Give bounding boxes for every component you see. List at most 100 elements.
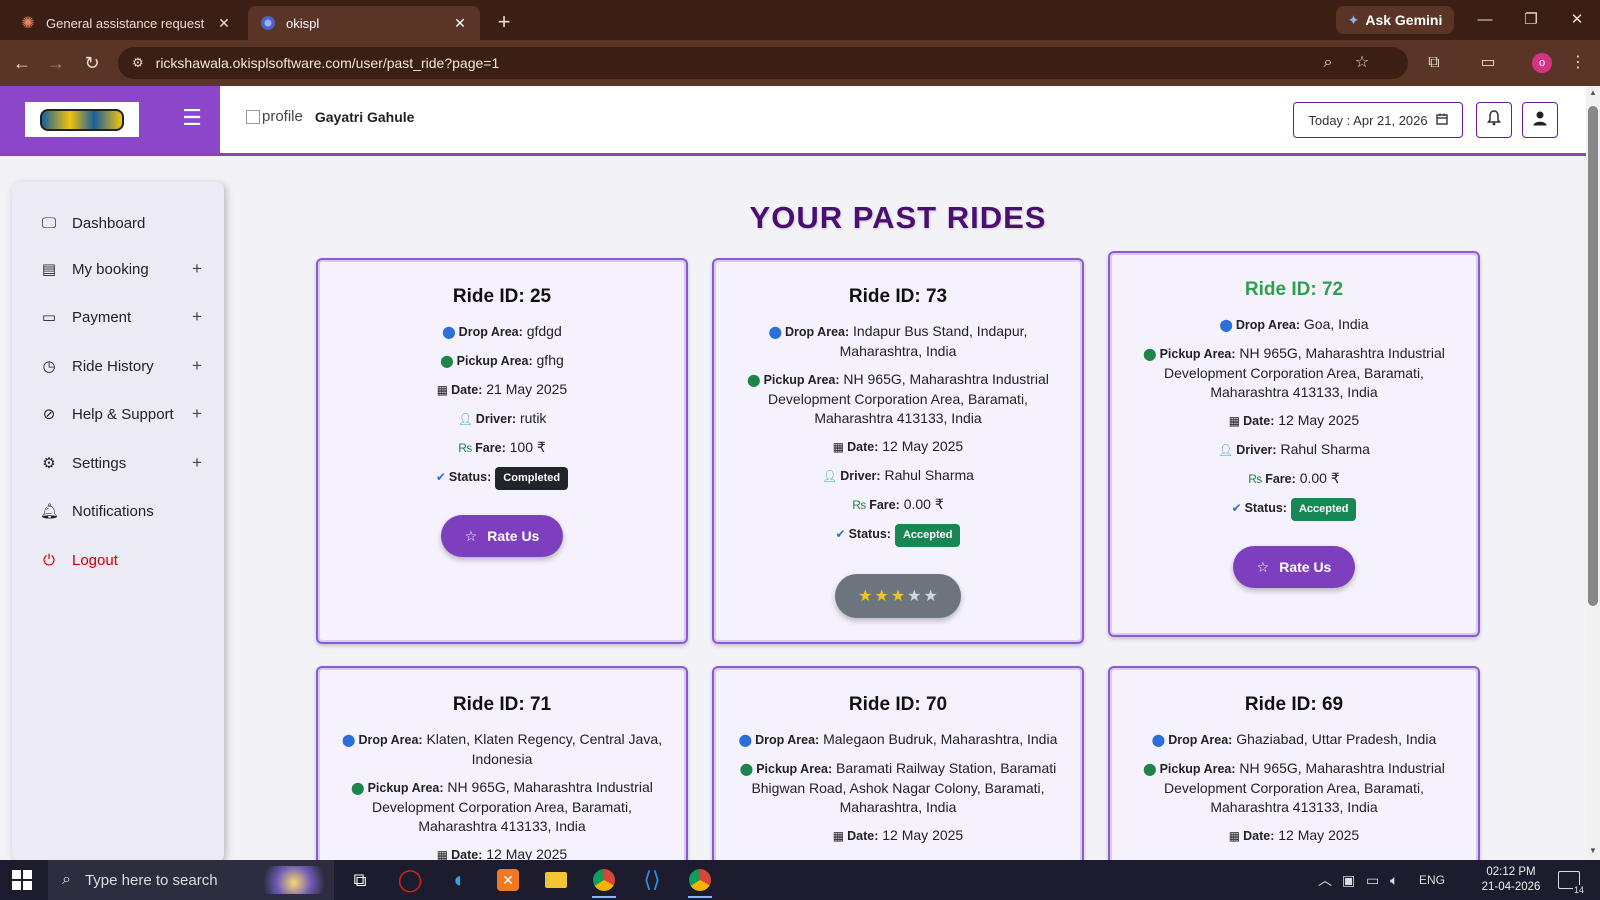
drop-value: Indapur Bus Stand, Indapur, Maharashtra,… <box>839 323 1028 359</box>
sidebar-item-logout[interactable]: ⏻ Logout <box>40 547 210 573</box>
file-explorer-icon[interactable] <box>536 864 576 896</box>
bookmark-star-icon[interactable]: ☆ <box>1348 47 1376 79</box>
language-indicator[interactable]: ENG <box>1419 860 1445 900</box>
expand-plus-icon[interactable]: + <box>192 404 202 424</box>
new-tab-button[interactable]: + <box>490 8 518 36</box>
date-value: 12 May 2025 <box>882 438 964 454</box>
status-row: ✔ Status: Completed <box>342 467 662 490</box>
scroll-up-arrow-icon[interactable]: ▲ <box>1588 88 1598 98</box>
sidebar: 🖵 Dashboard ▤ My booking + ▭ Payment + ◷… <box>12 182 224 862</box>
address-bar[interactable]: ⚙ rickshawala.okisplsoftware.com/user/pa… <box>118 47 1408 79</box>
chrome-icon[interactable] <box>584 864 624 898</box>
sidebar-item-label: Payment <box>72 308 132 326</box>
forward-button[interactable]: → <box>42 49 70 77</box>
sidebar-item-dashboard[interactable]: 🖵 Dashboard <box>40 210 210 236</box>
ride-card: Ride ID: 25 ⬤ Drop Area: gfdgd ⬤ Pickup Ar… <box>316 258 688 644</box>
reload-button[interactable]: ↻ <box>78 49 106 77</box>
ride-card: Ride ID: 73 ⬤ Drop Area: Indapur Bus Stan… <box>712 258 1084 644</box>
hamburger-menu-icon[interactable]: ☰ <box>180 106 204 130</box>
device-icon[interactable]: ▣ <box>1342 860 1355 900</box>
tab-okispl[interactable]: okispl ✕ <box>248 6 480 40</box>
task-view-icon[interactable]: ⧉ <box>340 864 380 896</box>
tab-claude[interactable]: ✺ General assistance request - Cla ✕ <box>8 6 244 40</box>
ask-gemini-button[interactable]: ✦ Ask Gemini <box>1336 6 1454 34</box>
taskbar-search[interactable]: ⌕ Type here to search <box>48 860 334 900</box>
system-clock[interactable]: 02:12 PM 21-04-2026 <box>1480 865 1542 895</box>
xampp-icon[interactable]: ✕ <box>488 864 528 896</box>
bell-icon <box>1487 109 1501 131</box>
profile-avatar[interactable]: o <box>1532 53 1552 73</box>
network-icon[interactable]: ▭ <box>1366 860 1379 900</box>
map-pin-icon: ⬤ <box>738 733 753 747</box>
notification-center-icon[interactable]: 14 <box>1558 860 1585 900</box>
search-highlight-image <box>264 866 324 894</box>
sidebar-item-label: Settings <box>72 454 127 472</box>
broken-image-icon <box>246 109 260 124</box>
opera-icon[interactable]: ◯ <box>390 864 430 896</box>
drop-area-row: ⬤ Drop Area: Indapur Bus Stand, Indapur, … <box>738 322 1058 361</box>
rate-us-label: Rate Us <box>487 528 540 544</box>
tab-title: General assistance request - Cla <box>46 15 208 31</box>
sidebar-item-label: Ride History <box>72 357 154 375</box>
edge-icon[interactable]: ◐ <box>440 864 480 896</box>
drop-label: Drop Area: <box>358 733 423 747</box>
rate-us-button[interactable]: ☆ Rate Us <box>1233 546 1355 588</box>
pickup-area-row: ⬤ Pickup Area: NH 965G, Maharashtra Indus… <box>342 778 662 836</box>
notifications-button[interactable] <box>1476 102 1512 138</box>
pickup-area-row: ⬤ Pickup Area: NH 965G, Maharashtra Indus… <box>738 370 1058 428</box>
volume-icon[interactable]: 🔈︎ <box>1390 860 1398 900</box>
close-icon[interactable]: ✕ <box>452 15 468 32</box>
site-settings-icon[interactable]: ⚙ <box>132 55 144 71</box>
fare-label: Fare: <box>869 498 900 512</box>
back-button[interactable]: ← <box>8 49 36 77</box>
profile-image: profile <box>246 108 303 125</box>
zoom-icon[interactable]: ⌕ <box>1314 47 1342 79</box>
sidebar-item-payment[interactable]: ▭ Payment + <box>40 304 210 330</box>
rupee-icon: ₨ <box>458 441 473 455</box>
menu-dots-icon[interactable]: ⋮ <box>1564 49 1592 77</box>
cast-icon[interactable]: ▭ <box>1474 49 1502 77</box>
scroll-down-arrow-icon[interactable]: ▼ <box>1588 846 1598 856</box>
window-close-button[interactable]: ✕ <box>1554 6 1600 34</box>
ride-id-title: Ride ID: 73 <box>848 286 948 307</box>
close-icon[interactable]: ✕ <box>216 15 232 32</box>
date-row: ▦ Date: 12 May 2025 <box>738 437 1058 457</box>
user-account-button[interactable] <box>1522 102 1558 138</box>
pickup-area-row: ⬤ Pickup Area: NH 965G, Maharashtra Indus… <box>1134 759 1454 817</box>
rupee-icon: ₨ <box>1248 472 1263 486</box>
page-scrollbar[interactable]: ▲ ▼ <box>1586 86 1600 860</box>
scrollbar-thumb[interactable] <box>1588 106 1598 606</box>
sidebar-item-help-support[interactable]: ⊘ Help & Support + <box>40 401 210 427</box>
fare-label: Fare: <box>1265 472 1296 486</box>
rate-us-button[interactable]: ☆ Rate Us <box>441 515 563 557</box>
expand-plus-icon[interactable]: + <box>192 356 202 376</box>
restore-button[interactable]: ❐ <box>1508 6 1554 34</box>
sidebar-item-my-booking[interactable]: ▤ My booking + <box>40 256 210 282</box>
minimize-button[interactable]: — <box>1462 6 1508 34</box>
brand-panel: ☰ <box>0 86 220 153</box>
vscode-icon[interactable]: ⟨⟩ <box>632 864 672 896</box>
sidebar-item-settings[interactable]: ⚙ Settings + <box>40 450 210 476</box>
sidebar-item-label: Notifications <box>72 502 154 520</box>
tray-chevron-icon[interactable]: ︿ <box>1318 860 1332 900</box>
windows-start-icon[interactable] <box>12 870 32 890</box>
logo[interactable] <box>25 102 139 137</box>
expand-plus-icon[interactable]: + <box>192 259 202 279</box>
status-label: Status: <box>848 527 891 541</box>
check-badge-icon: ✔ <box>435 470 446 484</box>
extensions-icon[interactable]: ⧉ <box>1420 49 1448 77</box>
chrome-profile-icon[interactable] <box>680 864 720 898</box>
ride-card: Ride ID: 72 ⬤ Drop Area: Goa, India ⬤ Pick… <box>1108 251 1480 637</box>
claude-icon: ✺ <box>21 15 35 32</box>
ride-id-title: Ride ID: 70 <box>848 694 948 715</box>
driver-label: Driver: <box>475 412 517 426</box>
date-value: 12 May 2025 <box>882 827 964 843</box>
sidebar-item-ride-history[interactable]: ◷ Ride History + <box>40 353 210 379</box>
expand-plus-icon[interactable]: + <box>192 307 202 327</box>
sidebar-item-notifications[interactable]: 🔔︎ Notifications <box>40 498 210 524</box>
driver-row: 👤︎ Driver: Rahul Sharma <box>738 466 1058 486</box>
today-date-box[interactable]: Today : Apr 21, 2026 <box>1293 102 1463 138</box>
expand-plus-icon[interactable]: + <box>192 453 202 473</box>
date-value: 12 May 2025 <box>1278 827 1360 843</box>
drop-value: gfdgd <box>526 323 562 339</box>
